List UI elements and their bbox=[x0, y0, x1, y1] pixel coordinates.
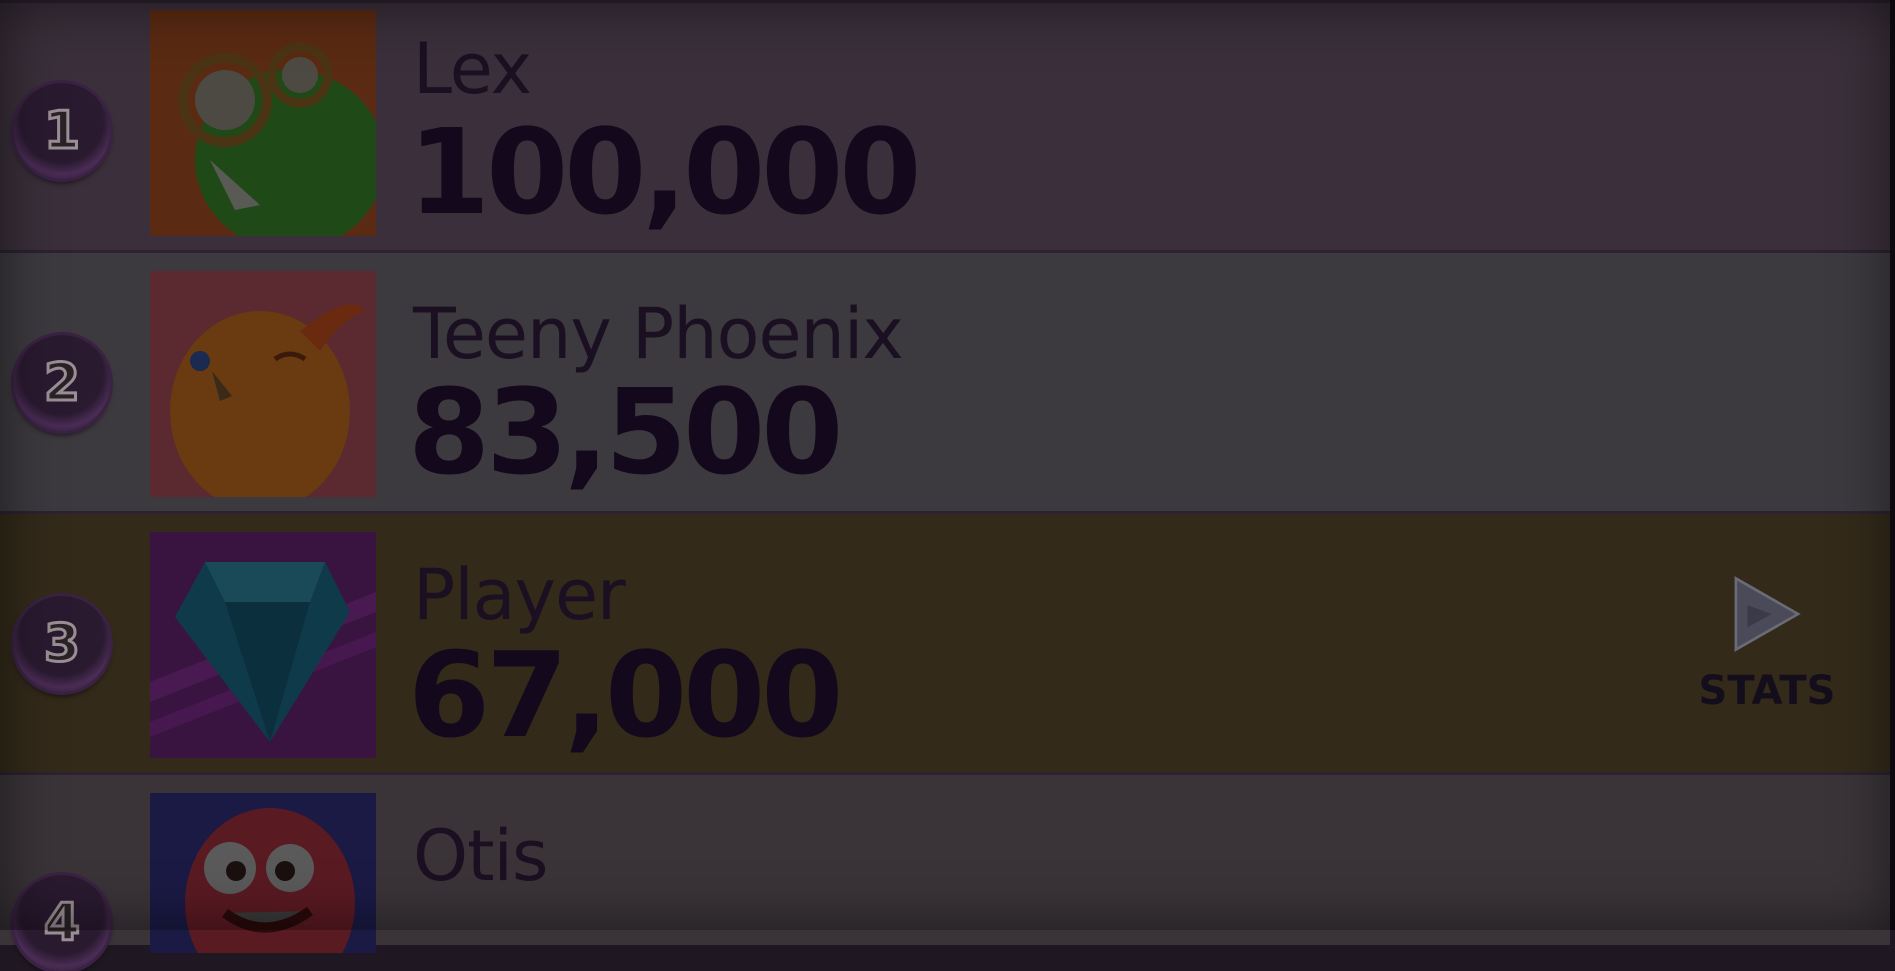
rank-badge: 3 bbox=[14, 596, 110, 692]
leaderboard-row[interactable]: 2 Teeny Phoenix 83,500 bbox=[0, 250, 1890, 511]
leaderboard-row[interactable]: 1 Lex 100,000 bbox=[0, 0, 1890, 261]
red-monster-avatar bbox=[150, 793, 376, 953]
leaderboard-row[interactable]: 4 Otis bbox=[0, 772, 1890, 971]
blue-gem-avatar bbox=[150, 532, 376, 758]
orange-bird-avatar bbox=[150, 271, 376, 497]
player-name: Player bbox=[413, 554, 626, 636]
leaderboard: 1 Lex 100,000 2 Teeny Phoenix 83,500 3 P… bbox=[0, 0, 1890, 971]
rank-number: 2 bbox=[42, 352, 81, 415]
player-name: Lex bbox=[413, 28, 532, 110]
rank-badge: 2 bbox=[14, 335, 110, 431]
rank-number: 3 bbox=[42, 613, 81, 676]
player-score: 83,500 bbox=[408, 363, 843, 501]
right-edge bbox=[1890, 0, 1895, 930]
rank-badge: 1 bbox=[14, 83, 110, 179]
stats-button[interactable]: STATS bbox=[1692, 574, 1842, 714]
rank-number: 4 bbox=[42, 892, 81, 955]
stats-label: STATS bbox=[1698, 668, 1836, 714]
green-frog-glasses-avatar bbox=[150, 10, 376, 236]
play-triangle-icon bbox=[1734, 576, 1801, 652]
leaderboard-row-current-player[interactable]: 3 Player 67,000 STATS bbox=[0, 511, 1890, 772]
player-score: 67,000 bbox=[408, 626, 843, 764]
rank-badge: 4 bbox=[14, 875, 110, 971]
rank-number: 1 bbox=[42, 100, 81, 163]
player-name: Otis bbox=[413, 815, 548, 897]
player-score: 100,000 bbox=[408, 103, 921, 241]
